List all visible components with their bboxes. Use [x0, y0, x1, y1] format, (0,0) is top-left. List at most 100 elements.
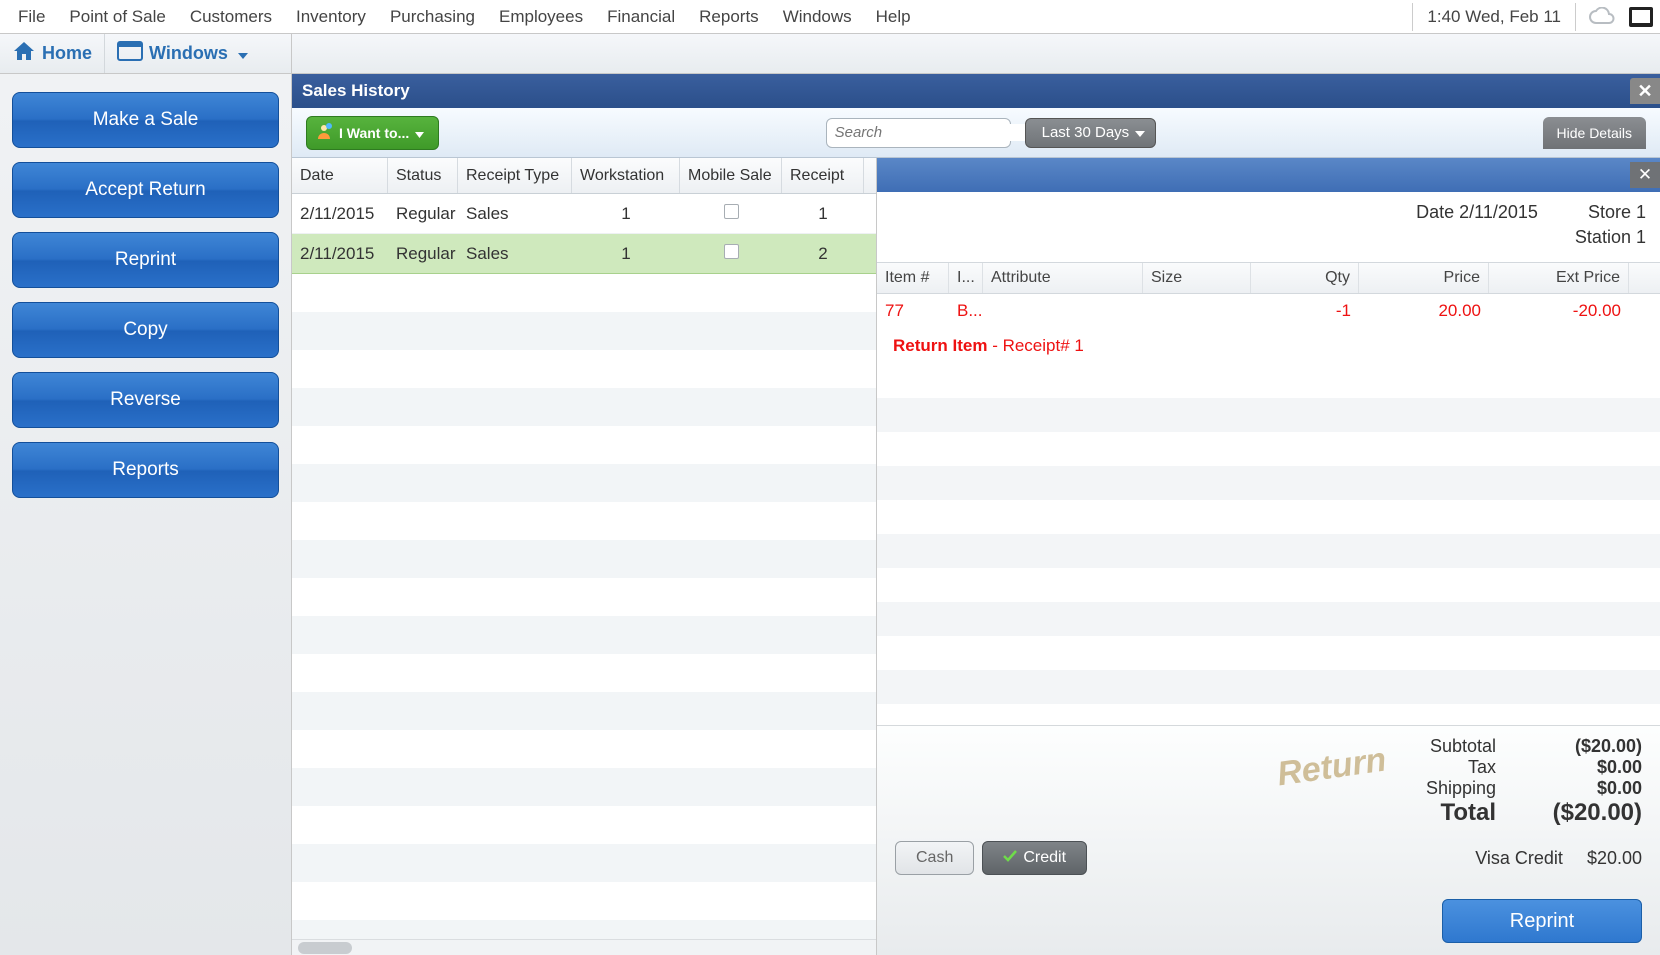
total-value: ($20.00): [1522, 799, 1642, 827]
menu-financial[interactable]: Financial: [595, 3, 687, 31]
subbar: Home Windows: [0, 34, 1660, 74]
meta-store-label: Store: [1588, 202, 1631, 222]
windows-icon: [117, 41, 143, 66]
fullscreen-icon[interactable]: [1628, 6, 1654, 28]
grid-col-date[interactable]: Date: [292, 158, 388, 193]
tax-label: Tax: [1412, 757, 1522, 778]
panel-titlebar: Sales History ✕: [292, 74, 1660, 108]
meta-station-value: 1: [1636, 227, 1646, 247]
grid-col-receipt-type[interactable]: Receipt Type: [458, 158, 572, 193]
grid-cell: 1: [572, 244, 680, 264]
grid-cell: [680, 204, 782, 224]
grid-col-receipt[interactable]: Receipt: [782, 158, 864, 193]
windows-button[interactable]: Windows: [104, 34, 260, 73]
mobile-sale-checkbox[interactable]: [724, 204, 739, 219]
sidebar-make-a-sale-button[interactable]: Make a Sale: [12, 92, 279, 148]
return-note-rest: - Receipt# 1: [987, 336, 1083, 355]
grid-cell: Regular: [388, 244, 458, 264]
home-label: Home: [42, 43, 92, 64]
sidebar-reprint-button[interactable]: Reprint: [12, 232, 279, 288]
cash-label: Cash: [916, 849, 953, 867]
item-cell: 77: [877, 301, 949, 321]
hide-details-button[interactable]: Hide Details: [1543, 117, 1646, 149]
chevron-down-icon: [238, 43, 248, 64]
date-filter-dropdown[interactable]: Last 30 Days: [1025, 118, 1157, 148]
grid-cell: 2/11/2015: [292, 244, 388, 264]
item-col-qty[interactable]: Qty: [1251, 263, 1359, 293]
payment-method: Visa Credit: [1475, 848, 1563, 869]
total-label: Total: [1412, 799, 1522, 827]
item-cell: -20.00: [1489, 301, 1629, 321]
panel-close-button[interactable]: ✕: [1630, 78, 1660, 104]
sidebar-copy-button[interactable]: Copy: [12, 302, 279, 358]
tender-cash-button[interactable]: Cash: [895, 841, 974, 875]
grid-row[interactable]: 2/11/2015RegularSales11: [292, 194, 876, 234]
date-filter-label: Last 30 Days: [1042, 124, 1130, 141]
item-col-item-[interactable]: Item #: [877, 263, 949, 293]
menu-inventory[interactable]: Inventory: [284, 3, 378, 31]
menu-help[interactable]: Help: [864, 3, 923, 31]
detail-panel: ✕ Date 2/11/2015 Store 1: [877, 158, 1660, 955]
detail-stripes: [877, 364, 1660, 725]
grid-row[interactable]: 2/11/2015RegularSales1 2: [292, 234, 876, 274]
grid-cell: Sales: [458, 204, 572, 224]
detail-titlebar: ✕: [877, 158, 1660, 192]
menubar: FilePoint of SaleCustomersInventoryPurch…: [0, 0, 1660, 34]
tender-credit-button[interactable]: Credit: [982, 841, 1087, 875]
menu-windows[interactable]: Windows: [771, 3, 864, 31]
grid-header: DateStatusReceipt TypeWorkstationMobile …: [292, 158, 876, 194]
clock: 1:40 Wed, Feb 11: [1412, 3, 1576, 31]
hide-details-label: Hide Details: [1557, 125, 1632, 141]
item-col-i-[interactable]: I...: [949, 263, 983, 293]
item-col-size[interactable]: Size: [1143, 263, 1251, 293]
scrollbar-thumb[interactable]: [298, 942, 352, 954]
grid-cell: [680, 244, 782, 264]
menu-employees[interactable]: Employees: [487, 3, 595, 31]
detail-close-button[interactable]: ✕: [1630, 162, 1660, 188]
search-input[interactable]: [835, 124, 1036, 141]
grid-cell: 2/11/2015: [292, 204, 388, 224]
sidebar-reverse-button[interactable]: Reverse: [12, 372, 279, 428]
item-cell: B...: [949, 301, 983, 321]
item-col-attribute[interactable]: Attribute: [983, 263, 1143, 293]
grid-col-mobile-sale[interactable]: Mobile Sale: [680, 158, 782, 193]
user-icon: [315, 122, 333, 143]
menu-file[interactable]: File: [6, 3, 57, 31]
item-col-ext-price[interactable]: Ext Price: [1489, 263, 1629, 293]
sidebar-accept-return-button[interactable]: Accept Return: [12, 162, 279, 218]
home-button[interactable]: Home: [0, 34, 104, 73]
item-cell: -1: [1251, 301, 1359, 321]
main-panel: Sales History ✕ I Want to...: [292, 74, 1660, 955]
tax-value: $0.00: [1522, 757, 1642, 778]
home-icon: [12, 40, 36, 67]
meta-store-value: 1: [1636, 202, 1646, 222]
reprint-button[interactable]: Reprint: [1442, 899, 1642, 943]
panel-title: Sales History: [302, 81, 410, 101]
close-icon: ✕: [1638, 165, 1652, 185]
shipping-value: $0.00: [1522, 778, 1642, 799]
mobile-sale-checkbox[interactable]: [724, 244, 739, 259]
close-icon: ✕: [1637, 82, 1652, 100]
item-col-price[interactable]: Price: [1359, 263, 1489, 293]
item-row[interactable]: 77B... -120.00-20.00: [877, 294, 1660, 328]
menu-point-of-sale[interactable]: Point of Sale: [57, 3, 177, 31]
grid-col-workstation[interactable]: Workstation: [572, 158, 680, 193]
grid-cell: Sales: [458, 244, 572, 264]
sidebar-reports-button[interactable]: Reports: [12, 442, 279, 498]
grid-cell: 2: [782, 244, 864, 264]
horizontal-scrollbar[interactable]: [292, 939, 876, 955]
i-want-to-label: I Want to...: [339, 125, 409, 141]
return-note-bold: Return Item: [893, 336, 987, 355]
i-want-to-button[interactable]: I Want to...: [306, 116, 439, 150]
search-input-wrap[interactable]: [826, 118, 1011, 148]
grid-col-status[interactable]: Status: [388, 158, 458, 193]
menu-purchasing[interactable]: Purchasing: [378, 3, 487, 31]
item-cell: 20.00: [1359, 301, 1489, 321]
menu-reports[interactable]: Reports: [687, 3, 771, 31]
menu-customers[interactable]: Customers: [178, 3, 284, 31]
detail-meta: Date 2/11/2015 Store 1 Station: [877, 192, 1660, 262]
grid-cell: 1: [782, 204, 864, 224]
credit-label: Credit: [1023, 849, 1066, 867]
item-grid-header: Item #I...AttributeSizeQtyPriceExt Price: [877, 262, 1660, 294]
windows-label: Windows: [149, 43, 228, 64]
